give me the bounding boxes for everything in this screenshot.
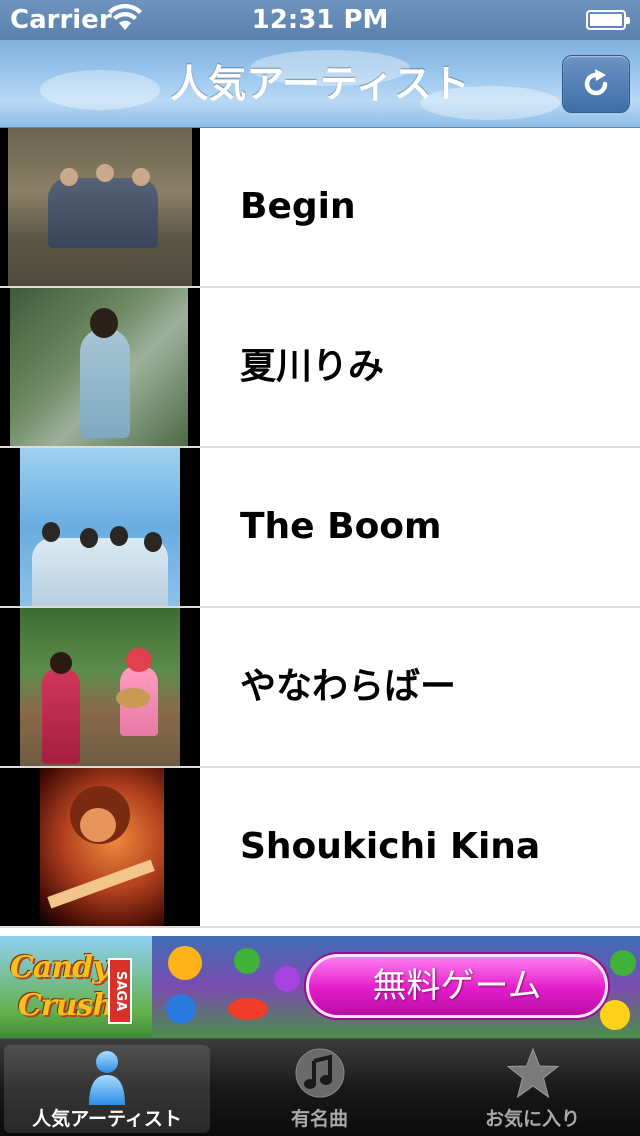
artist-thumbnail — [0, 288, 200, 446]
star-icon — [506, 1047, 559, 1099]
list-item[interactable]: Shoukichi Kina — [0, 768, 640, 928]
list-item[interactable]: やなわらばー — [0, 608, 640, 768]
tab-famous-songs[interactable]: 有名曲 — [213, 1039, 426, 1136]
artist-name: 夏川りみ — [240, 346, 385, 387]
candy-crush-logo: Candy Crush SAGA — [0, 936, 152, 1038]
ad-brand-line2: Crush — [18, 988, 114, 1023]
status-time: 12:31 PM — [251, 5, 389, 35]
artist-thumbnail — [0, 608, 200, 766]
artist-thumbnail — [0, 448, 200, 606]
artist-thumbnail — [0, 128, 200, 286]
navigation-bar: 人気アーティスト — [0, 40, 640, 128]
artist-name: Begin — [240, 186, 356, 227]
list-item[interactable]: 夏川りみ — [0, 288, 640, 448]
tab-label: 人気アーティスト — [32, 1108, 182, 1130]
status-bar: Carrier 12:31 PM — [0, 0, 640, 40]
list-item[interactable]: Begin — [0, 128, 640, 288]
tab-label: お気に入り — [484, 1108, 580, 1130]
artist-name: The Boom — [240, 506, 442, 547]
refresh-icon — [584, 69, 608, 96]
list-item[interactable]: The Boom — [0, 448, 640, 608]
ad-brand-tag: SAGA — [108, 958, 132, 1024]
music-note-icon — [295, 1048, 344, 1098]
battery-icon — [586, 10, 630, 30]
tab-bar: 人気アーティスト 有名曲 お気に入り — [0, 1038, 640, 1136]
ad-cta-button[interactable]: 無料ゲーム — [306, 954, 608, 1018]
person-icon — [89, 1051, 125, 1105]
ad-brand-line1: Candy — [10, 950, 110, 985]
refresh-button[interactable] — [562, 55, 630, 113]
artist-thumbnail — [0, 768, 200, 926]
page-title: 人気アーティスト — [170, 62, 470, 106]
ad-banner[interactable]: Candy Crush SAGA 無料ゲーム — [0, 936, 640, 1038]
artist-name: やなわらばー — [240, 666, 457, 707]
tab-label: 有名曲 — [290, 1108, 348, 1130]
artist-list: Begin 夏川りみ The Boom やなわらばー Shoukichi Kin… — [0, 128, 640, 936]
artist-name: Shoukichi Kina — [240, 826, 541, 867]
tab-popular-artists[interactable]: 人気アーティスト — [4, 1045, 210, 1133]
tab-favorites[interactable]: お気に入り — [426, 1039, 639, 1136]
